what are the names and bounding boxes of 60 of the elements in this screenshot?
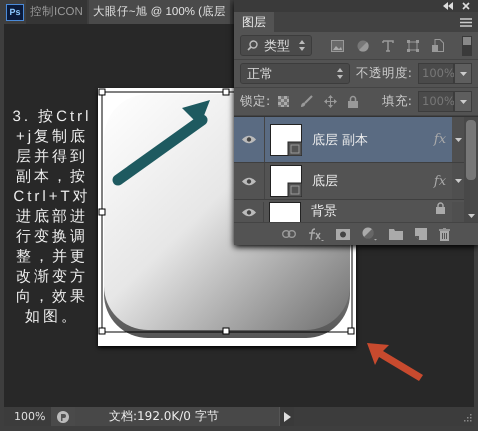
layer-name: 底层 bbox=[312, 173, 339, 190]
caret-icon bbox=[460, 72, 466, 76]
opacity-label: 不透明度: bbox=[356, 65, 412, 82]
eye-icon[interactable] bbox=[242, 176, 256, 186]
play-icon bbox=[284, 412, 290, 422]
down-arrow-icon bbox=[468, 214, 474, 218]
folder-icon[interactable] bbox=[389, 228, 403, 240]
checkerboard-icon[interactable] bbox=[278, 96, 290, 107]
mask-icon[interactable] bbox=[336, 228, 350, 240]
panel-tab[interactable]: 图层 bbox=[234, 12, 274, 32]
dropdown-button[interactable] bbox=[454, 63, 472, 84]
half-circle-icon[interactable] bbox=[356, 40, 368, 52]
layer-row[interactable]: 背景 bbox=[234, 200, 464, 222]
adjustment-icon[interactable] bbox=[362, 227, 377, 241]
eye-icon[interactable] bbox=[242, 135, 256, 144]
layer-thumbnail bbox=[270, 124, 302, 156]
document-tab[interactable]: 控制ICON bbox=[26, 0, 87, 24]
smart-object-icon[interactable] bbox=[432, 39, 444, 52]
close-icon[interactable] bbox=[462, 2, 470, 10]
image-icon[interactable] bbox=[330, 40, 344, 52]
up-down-arrows-icon bbox=[336, 68, 343, 79]
layer-row[interactable]: 底层 fx bbox=[234, 163, 464, 200]
link-icon[interactable] bbox=[282, 230, 296, 238]
dropdown-button[interactable] bbox=[454, 91, 472, 112]
lock-label: 锁定: bbox=[240, 93, 270, 110]
fill-label: 填充: bbox=[382, 93, 412, 110]
brush-icon[interactable] bbox=[300, 95, 314, 108]
collapse-icon[interactable] bbox=[442, 2, 454, 10]
status-button[interactable] bbox=[51, 407, 75, 426]
caret-icon bbox=[460, 100, 466, 104]
up-down-arrows-icon bbox=[299, 40, 305, 51]
caret-icon[interactable] bbox=[454, 138, 462, 142]
layer-row[interactable]: 底层 副本 fx bbox=[234, 117, 464, 163]
move-icon[interactable] bbox=[324, 95, 338, 108]
shape-icon[interactable] bbox=[406, 40, 418, 52]
search-icon bbox=[247, 40, 258, 51]
scroll-thumb[interactable] bbox=[466, 120, 476, 180]
eye-icon[interactable] bbox=[242, 208, 256, 217]
zoom-field[interactable]: 100% bbox=[4, 407, 51, 426]
expand-button[interactable] bbox=[279, 407, 294, 426]
resize-grip-icon bbox=[462, 412, 472, 422]
layer-name: 背景 bbox=[311, 203, 338, 220]
document-tab[interactable]: 大眼仔~旭 @ 100% (底层 bbox=[88, 0, 230, 24]
layer-thumbnail bbox=[270, 165, 302, 197]
effects-label[interactable]: fx bbox=[434, 174, 446, 188]
blend-mode-dropdown[interactable]: 正常 bbox=[240, 63, 350, 84]
trash-icon[interactable] bbox=[439, 228, 450, 240]
new-layer-icon[interactable] bbox=[415, 228, 427, 240]
scrollbar[interactable] bbox=[464, 117, 478, 222]
filter-dropdown[interactable]: 类型 bbox=[240, 35, 312, 56]
type-icon[interactable] bbox=[382, 40, 394, 52]
menu-icon[interactable] bbox=[460, 18, 472, 26]
caret-icon[interactable] bbox=[454, 179, 462, 183]
lock-icon[interactable] bbox=[348, 95, 358, 108]
layer-name: 底层 副本 bbox=[312, 132, 370, 148]
filter-toggle-icon[interactable] bbox=[462, 36, 472, 56]
instruction-text: 3. 按Ctrl+j复制底层并得到副本，按Ctrl+T对进底部进行变换调整，并更改渐变方向，效果如图。 bbox=[12, 107, 92, 327]
status-icon bbox=[57, 410, 69, 422]
document-info: 文档:192.0K/0 字节 bbox=[75, 407, 279, 426]
app-logo: Ps bbox=[6, 4, 24, 20]
